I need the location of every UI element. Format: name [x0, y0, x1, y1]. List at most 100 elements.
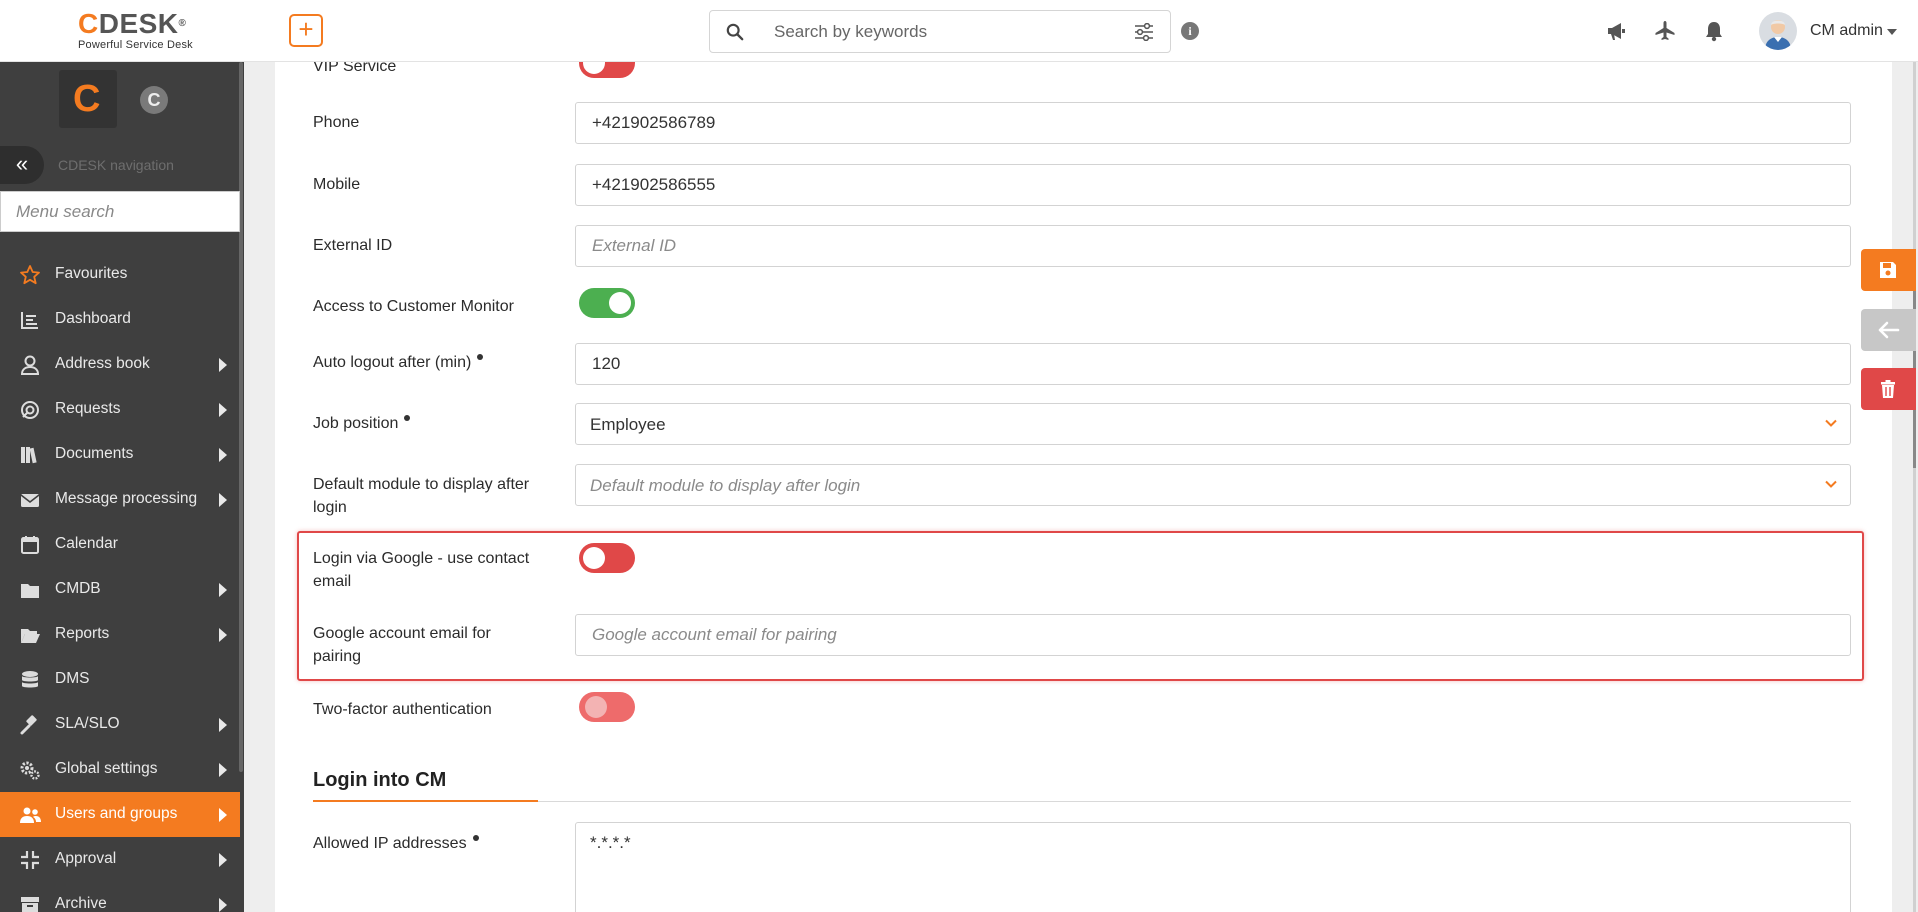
access-customer-monitor-toggle[interactable] [579, 288, 635, 318]
toggle-knob [585, 696, 607, 718]
mobile-field[interactable] [575, 164, 1851, 206]
books-icon [21, 447, 37, 464]
external-id-label: External ID [313, 237, 393, 254]
sidebar-item-reports[interactable]: Reports [0, 612, 240, 657]
section-divider [313, 801, 1851, 802]
section-divider-accent [313, 800, 538, 802]
submenu-arrow-icon [219, 898, 227, 912]
submenu-arrow-icon [219, 808, 227, 822]
vip-service-toggle[interactable] [579, 62, 635, 78]
sidebar-item-message-processing[interactable]: Message processing [0, 477, 240, 522]
envelope-icon [20, 494, 40, 507]
submenu-arrow-icon [219, 583, 227, 597]
phone-label: Phone [313, 114, 360, 131]
allowed-ip-label: Allowed IP addresses [313, 832, 543, 855]
default-module-placeholder: Default module to display after login [590, 476, 861, 495]
sidebar-item-label: Dashboard [55, 310, 131, 327]
allowed-ip-field[interactable]: *.*.*.* [575, 822, 1851, 912]
menu-search-input[interactable] [1, 192, 239, 231]
submenu-arrow-icon [219, 853, 227, 867]
folder-icon [21, 584, 39, 598]
login-google-label: Login via Google - use contact email [313, 550, 530, 590]
sidebar-item-label: Documents [55, 445, 134, 462]
user-name[interactable]: CM admin [1810, 22, 1883, 40]
user-menu-chevron-icon[interactable] [1887, 29, 1897, 35]
submenu-arrow-icon [219, 448, 227, 462]
back-button[interactable] [1861, 309, 1916, 351]
sidebar-item-archive[interactable]: Archive [0, 882, 240, 912]
gavel-icon [20, 715, 37, 735]
star-icon [20, 265, 40, 285]
sidebar-item-users-and-groups[interactable]: Users and groups [0, 792, 240, 837]
folder-open-icon [21, 629, 40, 643]
sidebar-item-label: Approval [55, 850, 117, 867]
user-avatar[interactable] [1759, 12, 1797, 50]
job-position-select[interactable]: Employee [575, 403, 1851, 445]
toggle-knob [583, 547, 605, 569]
sidebar-item-approval[interactable]: Approval [0, 837, 240, 882]
chevron-down-icon [1825, 419, 1837, 427]
sidebar-item-calendar[interactable]: Calendar [0, 522, 240, 567]
two-factor-toggle[interactable] [579, 692, 635, 722]
cdesk-module-icon[interactable]: C [73, 79, 100, 119]
sidebar-item-address-book[interactable]: Address book [0, 342, 240, 387]
sidebar-item-label: Favourites [55, 265, 128, 282]
approval-icon [21, 851, 39, 869]
search-input[interactable] [774, 19, 1114, 45]
requests-icon [21, 401, 39, 419]
delete-button[interactable] [1861, 368, 1916, 410]
default-module-select[interactable]: Default module to display after login [575, 464, 1851, 506]
bell-icon[interactable] [1703, 20, 1725, 42]
toggle-knob [583, 62, 605, 74]
auto-logout-field[interactable] [575, 343, 1851, 385]
collapse-navigation-button[interactable]: « [0, 146, 44, 184]
phone-field[interactable] [575, 102, 1851, 144]
top-bar: CDESK® Powerful Service Desk + i [0, 0, 1918, 62]
sidebar-item-dashboard[interactable]: Dashboard [0, 297, 240, 342]
search-icon[interactable] [726, 23, 744, 41]
sidebar-item-requests[interactable]: Requests [0, 387, 240, 432]
submenu-arrow-icon [219, 718, 227, 732]
required-indicator [477, 354, 484, 360]
contact-edit-form: VIP Service Phone Mobile External ID Acc… [275, 62, 1892, 912]
search-filters-icon[interactable] [1134, 23, 1154, 41]
trash-icon [1881, 380, 1895, 398]
add-new-button[interactable]: + [289, 14, 323, 47]
page-scrollbar[interactable] [1913, 62, 1916, 912]
sidebar-item-cmdb[interactable]: CMDB [0, 567, 240, 612]
sidebar-item-dms[interactable]: DMS [0, 657, 240, 702]
external-id-field[interactable] [575, 225, 1851, 267]
sidebar-item-label: Calendar [55, 535, 118, 552]
job-position-label-text: Job position [313, 415, 399, 432]
cdesk-logo[interactable]: CDESK® Powerful Service Desk [78, 10, 208, 54]
submenu-arrow-icon [219, 403, 227, 417]
module-tile-c[interactable]: C [140, 86, 168, 114]
submenu-arrow-icon [219, 358, 227, 372]
sidebar-item-favourites[interactable]: Favourites [0, 252, 240, 297]
database-icon [22, 671, 38, 688]
section-login-into-cm: Login into CM [313, 769, 447, 791]
megaphone-icon[interactable] [1605, 20, 1627, 42]
info-icon[interactable]: i [1181, 22, 1199, 40]
menu-search [0, 191, 240, 232]
airplane-icon[interactable] [1654, 20, 1676, 42]
sidebar-item-label: Archive [55, 895, 107, 912]
sidebar-item-label: Users and groups [55, 805, 178, 822]
required-indicator [404, 415, 411, 421]
save-button[interactable] [1861, 249, 1916, 291]
sidebar-item-documents[interactable]: Documents [0, 432, 240, 477]
google-email-field[interactable] [575, 614, 1851, 656]
submenu-arrow-icon [219, 493, 227, 507]
sidebar-item-label: Reports [55, 625, 110, 642]
calendar-icon [21, 536, 39, 554]
logo-tagline: Powerful Service Desk [78, 39, 193, 51]
sidebar-item-sla-slo[interactable]: SLA/SLO [0, 702, 240, 747]
dashboard-icon [21, 312, 38, 329]
login-google-toggle[interactable] [579, 543, 635, 573]
person-icon [20, 355, 40, 375]
default-module-label: Default module to display after login [313, 476, 530, 516]
sidebar-item-global-settings[interactable]: Global settings [0, 747, 240, 792]
avatar-person-icon [1765, 20, 1791, 50]
sidebar-item-label: Address book [55, 355, 150, 372]
navigation-title: CDESK navigation [58, 157, 174, 173]
